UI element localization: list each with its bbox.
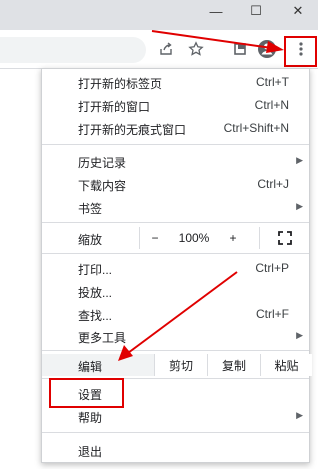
menu-item-cast[interactable]: 投放... [42, 280, 309, 302]
zoom-out-glyph: − [151, 231, 159, 245]
share-icon[interactable] [154, 37, 178, 61]
menu-item-print[interactable]: 打印... Ctrl+P [42, 257, 309, 279]
menu-item-exit[interactable]: 退出 [42, 439, 309, 461]
cut-button[interactable]: 剪切 [154, 354, 207, 376]
zoom-row: 缩放 − 100% + [42, 227, 309, 249]
menu-item-new-window[interactable]: 打开新的窗口 Ctrl+N [42, 94, 309, 116]
menu-divider [42, 432, 309, 433]
submenu-arrow-icon: ▶ [296, 410, 303, 420]
zoom-in-button[interactable]: + [218, 227, 248, 249]
submenu-arrow-icon: ▶ [296, 330, 303, 340]
edit-row: 编辑 剪切 复制 粘贴 [42, 354, 312, 376]
tab-search-icon[interactable] [228, 37, 252, 61]
menu-divider [42, 222, 309, 223]
paste-label: 粘贴 [274, 358, 299, 373]
menu-item-new-tab[interactable]: 打开新的标签页 Ctrl+T [42, 71, 309, 93]
menu-item-shortcut: Ctrl+T [256, 75, 289, 89]
menu-item-shortcut: Ctrl+J [257, 177, 289, 191]
menu-item-downloads[interactable]: 下载内容 Ctrl+J [42, 173, 309, 195]
browser-toolbar [0, 30, 318, 69]
zoom-label: 缩放 [78, 233, 103, 247]
copy-label: 复制 [221, 358, 246, 373]
close-window-button[interactable]: ✕ [278, 0, 318, 22]
copy-button[interactable]: 复制 [207, 354, 260, 376]
menu-item-label: 历史记录 [78, 156, 127, 170]
maximize-button[interactable]: ☐ [236, 0, 276, 22]
menu-divider [42, 144, 309, 145]
menu-item-label: 帮助 [78, 411, 103, 425]
menu-item-shortcut: Ctrl+N [254, 98, 289, 112]
profile-avatar-icon[interactable] [255, 37, 279, 61]
menu-item-label: 退出 [78, 445, 103, 459]
submenu-arrow-icon: ▶ [296, 155, 303, 165]
menu-item-more-tools[interactable]: 更多工具 ▶ [42, 325, 309, 347]
menu-item-label: 下载内容 [78, 179, 127, 193]
menu-item-shortcut: Ctrl+P [255, 261, 289, 275]
cut-label: 剪切 [168, 358, 193, 373]
menu-item-label: 打开新的窗口 [78, 100, 151, 114]
zoom-out-button[interactable]: − [139, 227, 170, 249]
fullscreen-button[interactable] [259, 227, 310, 249]
menu-divider [42, 253, 309, 254]
edit-label: 编辑 [78, 360, 103, 374]
menu-item-history[interactable]: 历史记录 ▶ [42, 150, 309, 172]
menu-item-help[interactable]: 帮助 ▶ [42, 405, 309, 427]
address-bar[interactable] [0, 37, 146, 63]
highlight-settings-item [49, 378, 124, 408]
menu-item-label: 打印... [78, 263, 113, 277]
zoom-in-glyph: + [229, 231, 237, 245]
minimize-button[interactable]: — [196, 0, 236, 22]
menu-item-shortcut: Ctrl+F [256, 307, 289, 321]
menu-item-bookmarks[interactable]: 书签 ▶ [42, 196, 309, 218]
zoom-value-text: 100% [178, 231, 210, 245]
menu-item-label: 打开新的标签页 [78, 77, 163, 91]
zoom-level-value: 100% [170, 227, 218, 249]
menu-item-label: 书签 [78, 202, 103, 216]
menu-divider [42, 350, 309, 351]
fullscreen-icon [278, 231, 292, 245]
menu-item-find[interactable]: 查找... Ctrl+F [42, 303, 309, 325]
window-titlebar: — ☐ ✕ [0, 0, 318, 30]
menu-item-label: 投放... [78, 286, 113, 300]
menu-item-new-incognito-window[interactable]: 打开新的无痕式窗口 Ctrl+Shift+N [42, 117, 309, 139]
paste-button[interactable]: 粘贴 [260, 354, 312, 376]
bookmark-star-icon[interactable] [184, 37, 208, 61]
menu-item-shortcut: Ctrl+Shift+N [223, 121, 289, 135]
menu-item-label: 更多工具 [78, 331, 127, 345]
menu-item-label: 打开新的无痕式窗口 [78, 123, 187, 137]
highlight-menu-button [284, 36, 317, 67]
menu-item-label: 查找... [78, 309, 113, 323]
submenu-arrow-icon: ▶ [296, 201, 303, 211]
